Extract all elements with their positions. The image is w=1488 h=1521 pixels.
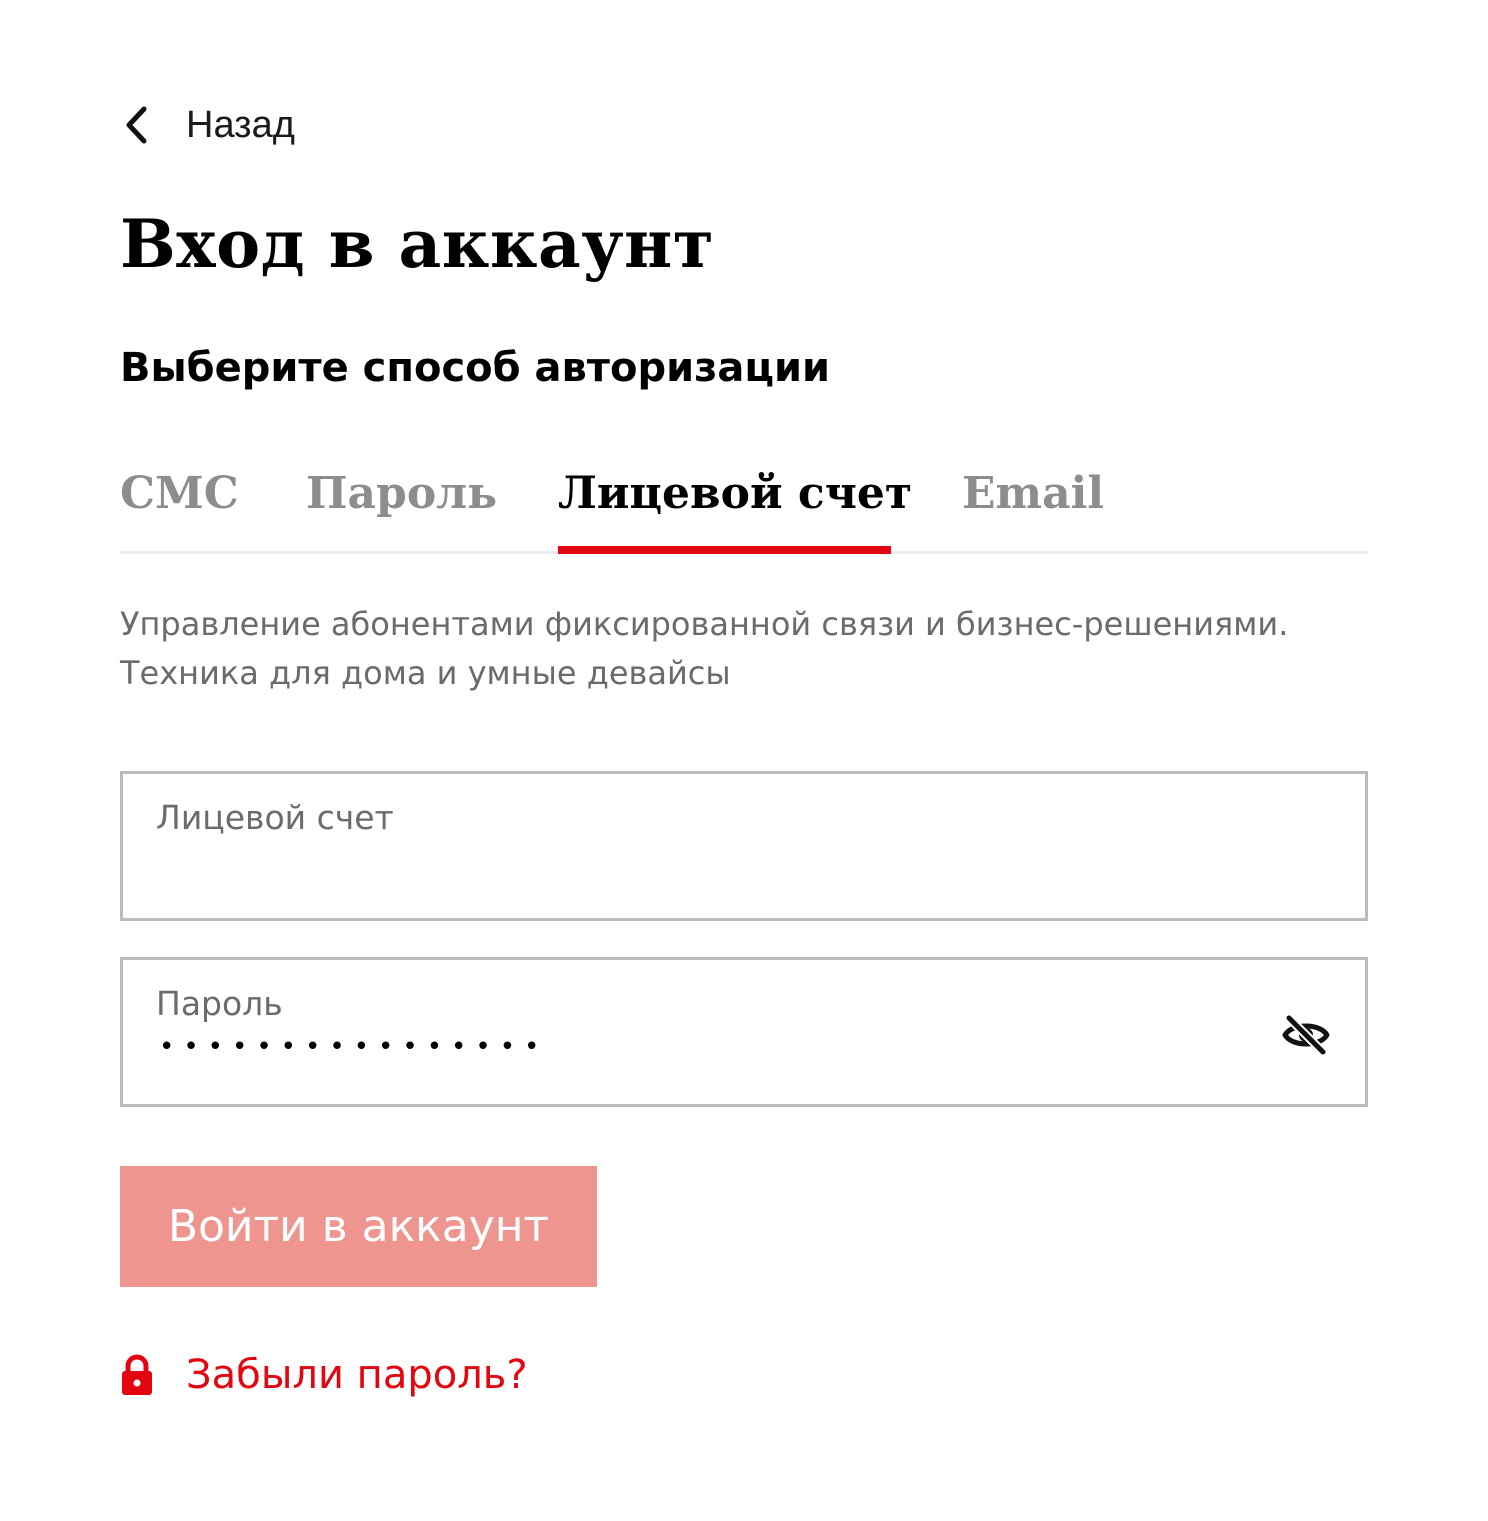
forgot-password-link[interactable]: Забыли пароль? [120,1345,528,1405]
back-link[interactable]: Назад [120,96,295,154]
description-line-2: Техника для дома и умные девайсы [120,654,731,692]
account-number-field[interactable]: Лицевой счет [120,771,1368,921]
tab-password[interactable]: Пароль [306,460,497,554]
back-label: Назад [186,103,295,146]
auth-method-tabs: СМС Пароль Лицевой счет Email [120,460,1368,554]
tab-email[interactable]: Email [962,460,1104,554]
eye-off-icon[interactable] [1281,1010,1331,1060]
tab-account-number[interactable]: Лицевой счет [558,460,912,554]
auth-method-heading: Выберите способ авторизации [120,345,831,391]
login-button[interactable]: Войти в аккаунт [120,1166,597,1287]
password-field[interactable]: Пароль •••••••••••••••• [120,957,1368,1107]
password-input[interactable]: •••••••••••••••• [159,1032,548,1062]
tab-account-number-label: Лицевой счет [558,468,913,519]
account-number-label: Лицевой счет [156,798,394,837]
account-number-input[interactable] [156,836,1256,896]
page-title: Вход в аккаунт [120,205,715,283]
lock-icon [120,1345,168,1405]
active-tab-indicator [558,546,891,554]
tab-description: Управление абонентами фиксированной связ… [120,600,1380,698]
description-line-1: Управление абонентами фиксированной связ… [120,605,1289,643]
forgot-password-label: Забыли пароль? [186,1352,528,1398]
chevron-left-icon [120,96,168,154]
tab-sms[interactable]: СМС [120,460,239,554]
password-label: Пароль [156,984,283,1023]
